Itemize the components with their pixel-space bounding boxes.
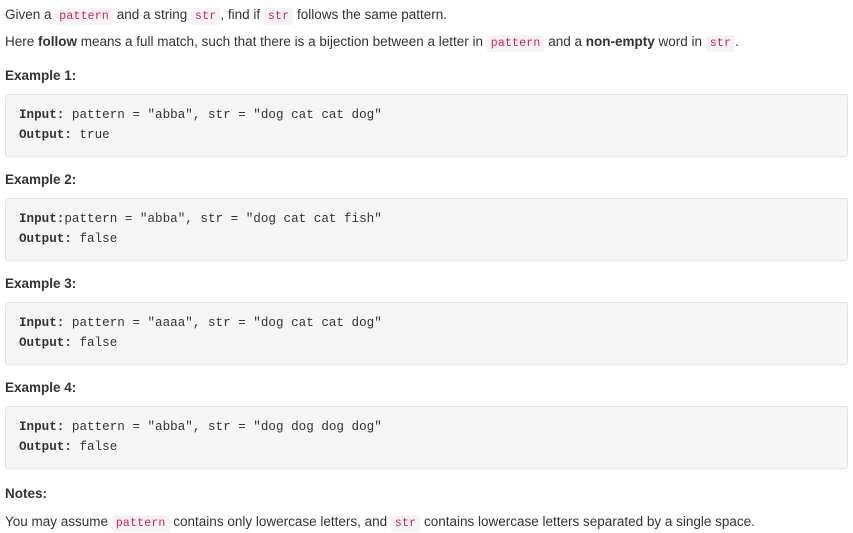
example-1-heading: Example 1: <box>5 68 77 83</box>
example-3-heading-wrap: Example 3: <box>5 275 847 293</box>
notes-text-segment: contains only lowercase letters, and <box>169 514 391 529</box>
intro-text-segment: . <box>735 34 739 49</box>
example-1-code-block: Input: pattern = "abba", str = "dog cat … <box>5 94 848 157</box>
intro-text-segment: follows the same pattern. <box>293 7 448 22</box>
notes-paragraph: You may assume pattern contains only low… <box>5 512 847 533</box>
input-label: Input: <box>19 420 65 434</box>
intro-text-segment: Given a <box>5 7 56 22</box>
output-label: Output: <box>19 232 72 246</box>
input-label: Input: <box>19 108 65 122</box>
notes-heading-wrap: Notes: <box>5 485 847 503</box>
intro-paragraph-2: Here follow means a full match, such tha… <box>5 32 847 53</box>
inline-code-str: str <box>191 8 221 25</box>
intro-text-segment: and a string <box>113 7 192 22</box>
bold-term-follow: follow <box>38 34 78 49</box>
input-value: pattern = "aaaa", str = "dog cat cat dog… <box>64 316 382 330</box>
output-label: Output: <box>19 440 72 454</box>
output-value: true <box>71 128 110 142</box>
input-value: pattern = "abba", str = "dog cat cat fis… <box>64 212 382 226</box>
example-1-heading-wrap: Example 1: <box>5 67 847 85</box>
notes-heading: Notes: <box>5 486 48 501</box>
example-4-code-block: Input: pattern = "abba", str = "dog dog … <box>5 406 848 469</box>
output-label: Output: <box>19 336 72 350</box>
input-label: Input: <box>19 316 65 330</box>
example-4-heading: Example 4: <box>5 380 77 395</box>
intro-text-segment: means a full match, such that there is a… <box>77 34 487 49</box>
output-value: false <box>71 336 118 350</box>
input-label: Input: <box>19 212 65 226</box>
example-2-heading: Example 2: <box>5 172 77 187</box>
input-value: pattern = "abba", str = "dog cat cat dog… <box>64 108 382 122</box>
bold-term-non-empty: non-empty <box>585 34 655 49</box>
intro-paragraph-1: Given a pattern and a string str, find i… <box>5 5 847 26</box>
intro-text-segment: word in <box>654 34 706 49</box>
example-3-heading: Example 3: <box>5 276 77 291</box>
intro-text-segment: Here <box>5 34 39 49</box>
intro-text-segment: , find if <box>220 7 264 22</box>
example-2-heading-wrap: Example 2: <box>5 171 847 189</box>
example-2-code-block: Input:pattern = "abba", str = "dog cat c… <box>5 198 848 261</box>
output-value: false <box>71 440 118 454</box>
output-value: false <box>71 232 118 246</box>
output-label: Output: <box>19 128 72 142</box>
inline-code-pattern: pattern <box>55 8 113 25</box>
inline-code-str: str <box>705 35 736 52</box>
problem-description-page: Given a pattern and a string str, find i… <box>0 0 853 533</box>
notes-text-segment: You may assume <box>5 514 112 529</box>
inline-code-str: str <box>263 8 294 25</box>
notes-text-segment: contains lowercase letters separated by … <box>420 514 755 529</box>
example-3-code-block: Input: pattern = "aaaa", str = "dog cat … <box>5 302 848 365</box>
input-value: pattern = "abba", str = "dog dog dog dog… <box>64 420 382 434</box>
example-4-heading-wrap: Example 4: <box>5 379 847 397</box>
inline-code-pattern: pattern <box>486 35 545 52</box>
intro-text-segment: and a <box>544 34 586 49</box>
